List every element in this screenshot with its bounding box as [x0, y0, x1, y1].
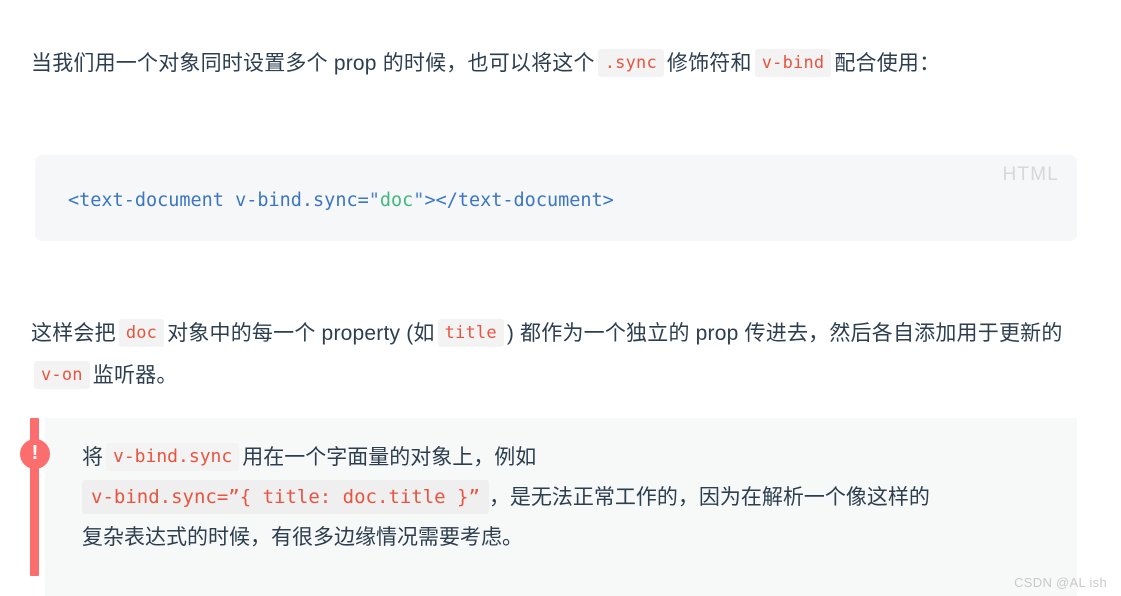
code-token-quote-open: " — [368, 190, 380, 211]
paragraph-explanation-text-3: ) 都作为一个独立的 prop 传进去，然后各自添加用于更新的 — [506, 322, 1063, 345]
exclamation-icon: ! — [31, 442, 39, 464]
code-token-open-tag: <text-document — [68, 190, 236, 211]
code-language-label: HTML — [1002, 164, 1059, 185]
paragraph-intro-text-1: 当我们用一个对象同时设置多个 prop 的时候，也可以将这个 — [31, 52, 595, 75]
paragraph-intro-text-3: 配合使用： — [834, 52, 941, 75]
paragraph-intro-text-2: 修饰符和 — [666, 52, 752, 75]
paragraph-intro: 当我们用一个对象同时设置多个 prop 的时候，也可以将这个 .sync 修饰符和 v… — [31, 43, 1071, 85]
code-token-quote-close: " — [413, 190, 425, 211]
warning-line-2-suffix: ，是无法正常工作的，因为在解析一个像这样的 — [488, 486, 930, 509]
warning-line-1-prefix: 将 — [82, 446, 103, 469]
code-block-content[interactable]: <text-document v-bind.sync="doc"></text-… — [68, 187, 614, 215]
inline-code-v-bind: v-bind — [754, 49, 832, 77]
code-token-string-value: doc — [379, 190, 414, 211]
warning-callout-body: 将 v-bind.sync 用在一个字面量的对象上，例如 v-bind.sync=”… — [82, 438, 1042, 558]
inline-code-doc: doc — [118, 319, 165, 347]
paragraph-explanation-text-2: 对象中的每一个 property (如 — [167, 322, 435, 345]
inline-code-v-on: v-on — [34, 361, 90, 389]
warning-icon: ! — [20, 439, 50, 469]
code-token-attribute: v-bind.sync= — [235, 190, 369, 211]
paragraph-explanation-text-4: 监听器。 — [92, 364, 178, 387]
warning-line-2: v-bind.sync=”{ title: doc.title }” ，是无法正常… — [82, 478, 1042, 518]
documentation-page: 当我们用一个对象同时设置多个 prop 的时候，也可以将这个 .sync 修饰符和 v… — [0, 0, 1121, 596]
warning-line-3: 复杂表达式的时候，有很多边缘情况需要考虑。 — [82, 526, 523, 549]
warning-line-1: 将 v-bind.sync 用在一个字面量的对象上，例如 — [82, 438, 1042, 478]
code-token-close-bracket: > — [424, 190, 436, 211]
inline-code-title: title — [437, 319, 504, 347]
inline-code-sync: .sync — [597, 49, 664, 77]
inline-code-v-bind-sync: v-bind.sync — [106, 443, 240, 471]
paragraph-explanation: 这样会把 doc 对象中的每一个 property (如 title) 都作为一个独立… — [31, 313, 1077, 397]
paragraph-explanation-text-1: 这样会把 — [31, 322, 116, 345]
watermark: CSDN @AL ish — [1014, 575, 1107, 590]
warning-line-1-suffix: 用在一个字面量的对象上，例如 — [242, 446, 537, 469]
code-token-closing-tag: </text-document> — [435, 190, 614, 211]
code-block-html: HTML <text-document v-bind.sync="doc"></… — [35, 155, 1077, 241]
inline-code-literal-object: v-bind.sync=”{ title: doc.title }” — [82, 480, 489, 514]
